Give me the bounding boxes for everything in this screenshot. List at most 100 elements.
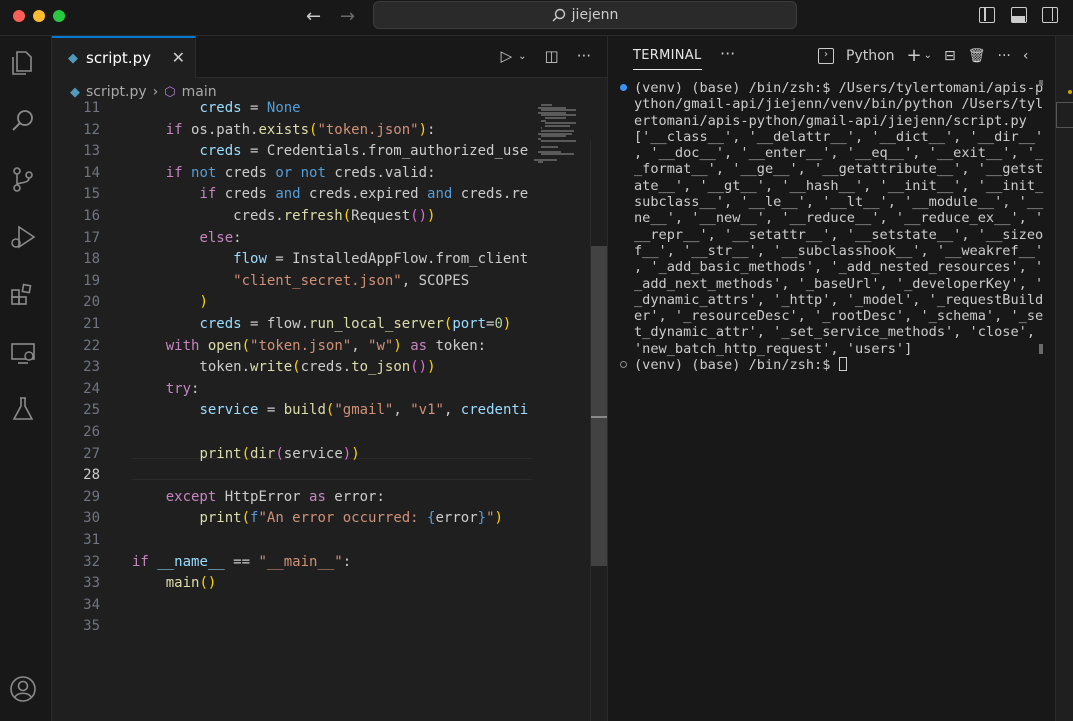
terminal-output[interactable]: (venv) (base) /bin/zsh:$ /Users/tylertom… (618, 80, 1048, 373)
code-text: if not creds or not creds.valid: (165, 164, 436, 181)
code-line[interactable]: 26 (52, 422, 532, 444)
command-center-search[interactable]: jiejenn (373, 1, 797, 29)
code-line[interactable]: 24 try: (52, 379, 532, 401)
testing-flask-icon[interactable] (8, 394, 38, 424)
code-line[interactable]: 22 with open("token.json", "w") as token… (52, 336, 532, 358)
back-arrow-icon[interactable]: ← (306, 6, 321, 27)
new-terminal-icon[interactable]: + (907, 45, 922, 66)
minimap[interactable] (534, 104, 590, 174)
code-line[interactable]: 14 if not creds or not creds.valid: (52, 163, 532, 185)
explorer-icon[interactable] (8, 48, 38, 78)
close-icon[interactable]: ✕ (172, 48, 185, 67)
accounts-icon[interactable] (8, 674, 38, 704)
code-text: try: (165, 380, 200, 397)
code-text: main() (165, 575, 217, 592)
remote-explorer-icon[interactable] (8, 338, 38, 368)
code-text: if __name__ == "__main__": (132, 553, 352, 570)
split-editor-icon[interactable]: ◫ (545, 47, 559, 65)
code-line[interactable]: 35 (52, 616, 532, 638)
chevron-down-icon[interactable]: ⌄ (924, 50, 932, 61)
more-icon[interactable]: ··· (998, 48, 1011, 64)
split-terminal-icon[interactable]: ⊟ (944, 48, 956, 64)
editor-scrollbar-thumb[interactable] (591, 246, 607, 566)
line-number: 33 (83, 575, 100, 592)
line-number: 30 (83, 510, 100, 527)
tab-script-py[interactable]: ◆ script.py ✕ (52, 36, 196, 78)
line-number: 27 (83, 445, 100, 462)
sidebar-handle[interactable] (1056, 102, 1073, 128)
chevron-left-icon[interactable]: ‹ (1023, 48, 1029, 64)
code-line[interactable]: 13 creds = Credentials.from_authorized_u… (52, 141, 532, 163)
line-number: 20 (83, 294, 100, 311)
breadcrumb-file[interactable]: script.py (86, 84, 147, 100)
terminal-cursor (838, 357, 847, 372)
code-line[interactable]: 33 main() (52, 573, 532, 595)
toggle-panel-icon[interactable] (1011, 7, 1027, 23)
terminal-line: __repr__', '__setattr__', '__setstate__'… (634, 226, 1044, 243)
run-debug-icon[interactable] (8, 222, 38, 252)
code-line[interactable]: 19 "client_secret.json", SCOPES (52, 271, 532, 293)
editor-actions: ▷ ⌄ ◫ ··· (501, 47, 591, 65)
toggle-primary-sidebar-icon[interactable] (979, 7, 995, 23)
minimap-line (541, 153, 574, 156)
code-editor[interactable]: 11 creds = None 12 if os.path.exists("tok… (52, 100, 607, 721)
terminal-shell-label[interactable]: Python (846, 48, 895, 64)
more-actions-icon[interactable]: ··· (577, 47, 591, 65)
line-number: 28 (83, 467, 100, 484)
terminal-line: 'new_batch_http_request', 'users'] (634, 340, 913, 357)
toggle-secondary-sidebar-icon[interactable] (1042, 7, 1058, 23)
code-line[interactable]: 31 (52, 530, 532, 552)
source-control-icon[interactable] (8, 164, 38, 194)
line-number: 23 (83, 359, 100, 376)
line-number: 14 (83, 164, 100, 181)
code-line[interactable]: 18 flow = InstalledAppFlow.from_client (52, 249, 532, 271)
code-line[interactable]: 25 service = build("gmail", "v1", creden… (52, 400, 532, 422)
breadcrumb-symbol[interactable]: main (182, 84, 217, 100)
extensions-icon[interactable] (8, 280, 38, 310)
minimap-line (544, 117, 567, 119)
terminal-scrollbar-thumb[interactable] (1039, 344, 1043, 354)
terminal-line: f__', '__str__', '__subclasshook__', '__… (634, 242, 1044, 259)
more-icon[interactable]: ··· (720, 44, 735, 63)
close-window-button[interactable] (13, 10, 25, 22)
code-line[interactable]: 32 if __name__ == "__main__": (52, 552, 532, 574)
code-line[interactable]: 21 creds = flow.run_local_server(port=0) (52, 314, 532, 336)
editor-tab-bar: ◆ script.py ✕ ▷ ⌄ ◫ ··· (52, 36, 607, 78)
forward-arrow-icon[interactable]: → (340, 6, 355, 27)
command-block: (venv) (base) /bin/zsh:$ /Users/tylertom… (618, 80, 1048, 357)
line-number: 25 (83, 402, 100, 419)
code-text: with open("token.json", "w") as token: (165, 337, 487, 354)
maximize-window-button[interactable] (53, 10, 65, 22)
trash-icon[interactable]: 🗑 (968, 48, 986, 64)
indicator-dot (1068, 90, 1072, 94)
terminal-line: (venv) (base) /bin/zsh:$ /Users/tylertom… (634, 80, 1044, 96)
line-number: 35 (83, 618, 100, 635)
tab-terminal[interactable]: TERMINAL (633, 48, 702, 70)
chevron-down-icon[interactable]: ⌄ (518, 51, 526, 62)
terminal-line: _dynamic_attrs', '_http', '_model', '_re… (634, 291, 1044, 308)
minimize-window-button[interactable] (33, 10, 45, 22)
code-line[interactable]: 34 (52, 595, 532, 617)
code-line[interactable]: 23 token.write(creds.to_json()) (52, 357, 532, 379)
terminal-line: _format__', '__ge__', '__getattribute__'… (634, 161, 1044, 178)
terminal-line: subclass__', '__le__', '__lt__', '__modu… (634, 194, 1044, 211)
code-line[interactable]: 27 print(dir(service)) (52, 444, 532, 466)
code-line[interactable]: 16 creds.refresh(Request()) (52, 206, 532, 228)
code-line[interactable]: 11 creds = None (52, 100, 532, 120)
code-line[interactable]: 17 else: (52, 228, 532, 250)
run-python-icon[interactable]: ▷ (501, 47, 513, 65)
terminal-scrollbar-top[interactable] (1039, 80, 1043, 86)
minimap-line (544, 124, 570, 127)
search-sidebar-icon[interactable] (8, 106, 38, 136)
method-cube-icon: ⬡ (164, 84, 176, 100)
search-icon (552, 8, 565, 22)
code-line[interactable]: 15 if creds and creds.expired and creds.… (52, 184, 532, 206)
code-line[interactable]: 30 print(f"An error occurred: {error}") (52, 508, 532, 530)
code-line[interactable]: 20 ) (52, 292, 532, 314)
code-line[interactable]: 29 except HttpError as error: (52, 487, 532, 509)
code-line[interactable]: 28 (52, 465, 532, 487)
terminal-line: er', '_resourceDesc', '_rootDesc', '_sch… (634, 308, 1044, 325)
minimap-line (541, 140, 577, 143)
code-line[interactable]: 12 if os.path.exists("token.json"): (52, 120, 532, 142)
terminal-line: _add_next_methods', '_baseUrl', '_develo… (634, 275, 1044, 292)
